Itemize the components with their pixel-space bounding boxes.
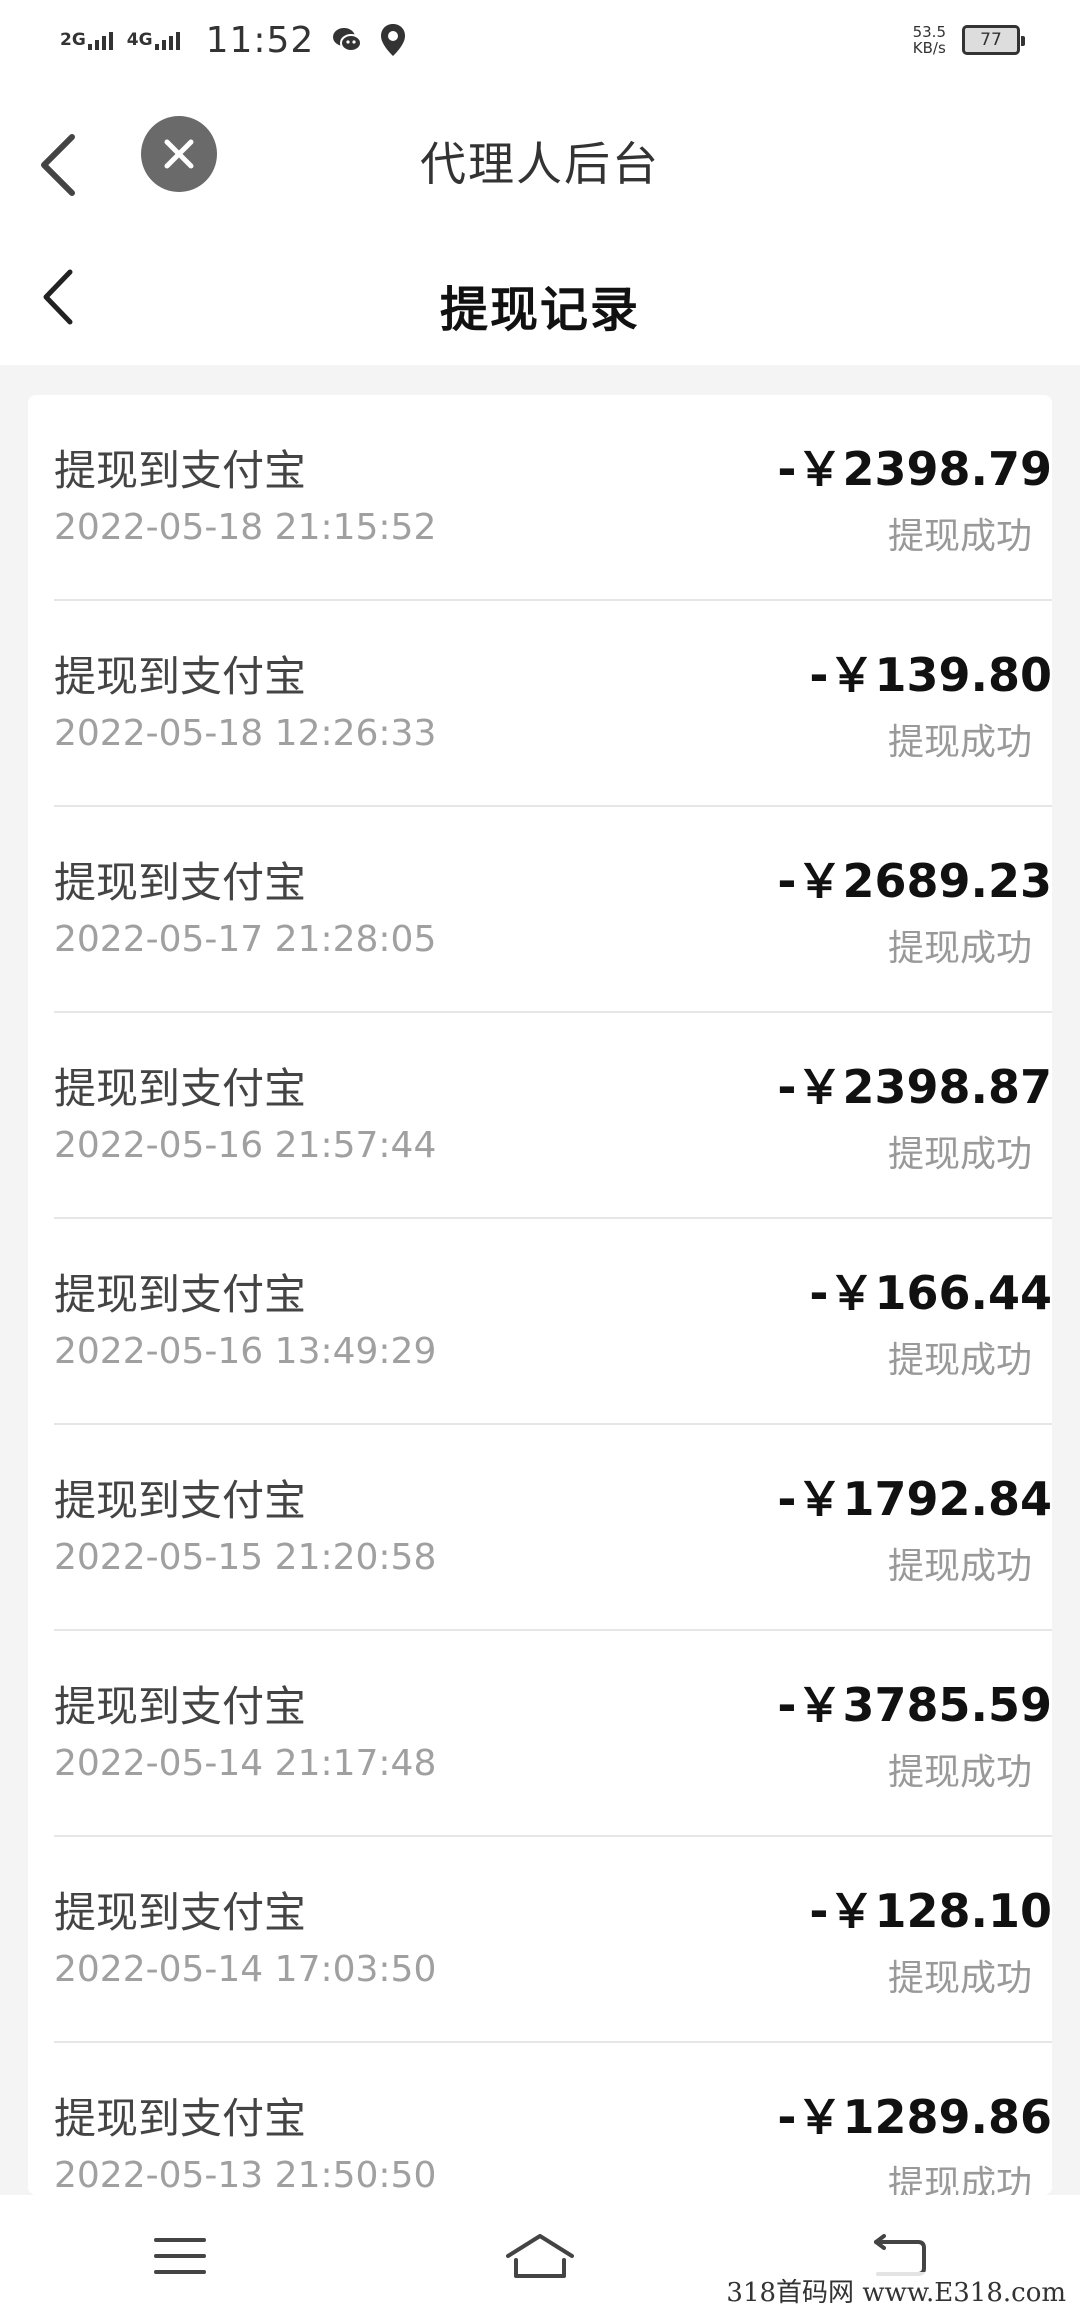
record-amount: -￥166.44 — [809, 1266, 1052, 1320]
home-icon — [506, 2233, 574, 2278]
record-date: 2022-05-16 21:57:44 — [54, 1125, 437, 1166]
record-amount: -￥139.80 — [809, 648, 1052, 702]
list-item[interactable]: 提现到支付宝 2022-05-16 13:49:29 -￥166.44 提现成功 — [54, 1219, 1052, 1425]
list-item[interactable]: 提现到支付宝 2022-05-15 21:20:58 -￥1792.84 提现成… — [54, 1425, 1052, 1631]
signal-bars-icon — [87, 30, 113, 50]
record-amount: -￥3785.59 — [777, 1678, 1052, 1732]
record-date: 2022-05-16 13:49:29 — [54, 1331, 437, 1372]
list-item[interactable]: 提现到支付宝 2022-05-14 21:17:48 -￥3785.59 提现成… — [54, 1631, 1052, 1837]
record-date: 2022-05-18 12:26:33 — [54, 713, 437, 754]
signal-2g: 2G — [60, 30, 113, 50]
list-item[interactable]: 提现到支付宝 2022-05-18 21:15:52 -￥2398.79 提现成… — [54, 395, 1052, 601]
record-status: 提现成功 — [887, 928, 1032, 969]
record-amount: -￥1289.86 — [777, 2090, 1052, 2144]
clock: 11:52 — [205, 19, 315, 61]
record-title: 提现到支付宝 — [54, 446, 307, 495]
battery-level: 77 — [980, 30, 1002, 50]
home-button[interactable] — [500, 2226, 580, 2286]
battery-icon: 77 — [962, 25, 1025, 55]
list-item[interactable]: 提现到支付宝 2022-05-18 12:26:33 -￥139.80 提现成功 — [54, 601, 1052, 807]
record-title: 提现到支付宝 — [54, 2094, 307, 2143]
record-date: 2022-05-13 21:50:50 — [54, 2155, 437, 2195]
record-title: 提现到支付宝 — [54, 858, 307, 907]
record-title: 提现到支付宝 — [54, 652, 307, 701]
watermark-text: 318首码网 www.E318.com — [726, 2272, 1066, 2309]
webview-header: 代理人后台 — [0, 100, 1080, 230]
record-status: 提现成功 — [887, 2164, 1032, 2195]
location-icon — [381, 24, 406, 56]
record-date: 2022-05-14 21:17:48 — [54, 1743, 437, 1784]
page-title: 提现记录 — [439, 282, 640, 338]
list-item[interactable]: 提现到支付宝 2022-05-16 21:57:44 -￥2398.87 提现成… — [54, 1013, 1052, 1219]
record-status: 提现成功 — [887, 1958, 1032, 1999]
signal-bars-icon — [154, 30, 180, 50]
record-amount: -￥128.10 — [809, 1884, 1052, 1938]
record-status: 提现成功 — [887, 1134, 1032, 1175]
record-status: 提现成功 — [887, 516, 1032, 557]
record-date: 2022-05-17 21:28:05 — [54, 919, 437, 960]
record-date: 2022-05-15 21:20:58 — [54, 1537, 437, 1578]
record-amount: -￥2689.23 — [777, 854, 1052, 908]
record-date: 2022-05-14 17:03:50 — [54, 1949, 437, 1990]
withdrawal-list: 提现到支付宝 2022-05-18 21:15:52 -￥2398.79 提现成… — [28, 395, 1052, 2195]
page-header: 提现记录 — [0, 240, 1080, 365]
signal-4g-label: 4G — [126, 30, 153, 50]
speed-value: 53.5 — [912, 23, 946, 41]
record-status: 提现成功 — [887, 1752, 1032, 1793]
header-title: 代理人后台 — [420, 137, 660, 191]
list-item[interactable]: 提现到支付宝 2022-05-14 17:03:50 -￥128.10 提现成功 — [54, 1837, 1052, 2043]
speed-unit: KB/s — [912, 39, 946, 57]
record-title: 提现到支付宝 — [54, 1270, 307, 1319]
menu-button[interactable] — [140, 2226, 220, 2286]
record-title: 提现到支付宝 — [54, 1476, 307, 1525]
network-speed: 53.5 KB/s — [913, 24, 946, 56]
record-title: 提现到支付宝 — [54, 1888, 307, 1937]
record-status: 提现成功 — [887, 1340, 1032, 1381]
record-date: 2022-05-18 21:15:52 — [54, 507, 437, 548]
signal-4g: 4G — [127, 30, 180, 50]
wechat-icon — [333, 28, 363, 52]
record-amount: -￥2398.87 — [777, 1060, 1052, 1114]
record-status: 提现成功 — [887, 722, 1032, 763]
signal-2g-label: 2G — [60, 30, 86, 50]
list-item[interactable]: 提现到支付宝 2022-05-17 21:28:05 -￥2689.23 提现成… — [54, 807, 1052, 1013]
record-title: 提现到支付宝 — [54, 1064, 307, 1113]
record-status: 提现成功 — [887, 1546, 1032, 1587]
list-item[interactable]: 提现到支付宝 2022-05-13 21:50:50 -￥1289.86 提现成… — [54, 2043, 1052, 2195]
status-bar: 2G 4G 11:52 53.5 KB/s 77 — [0, 0, 1080, 80]
record-amount: -￥1792.84 — [777, 1472, 1052, 1526]
record-title: 提现到支付宝 — [54, 1682, 307, 1731]
record-amount: -￥2398.79 — [777, 442, 1052, 496]
menu-icon — [154, 2237, 206, 2274]
